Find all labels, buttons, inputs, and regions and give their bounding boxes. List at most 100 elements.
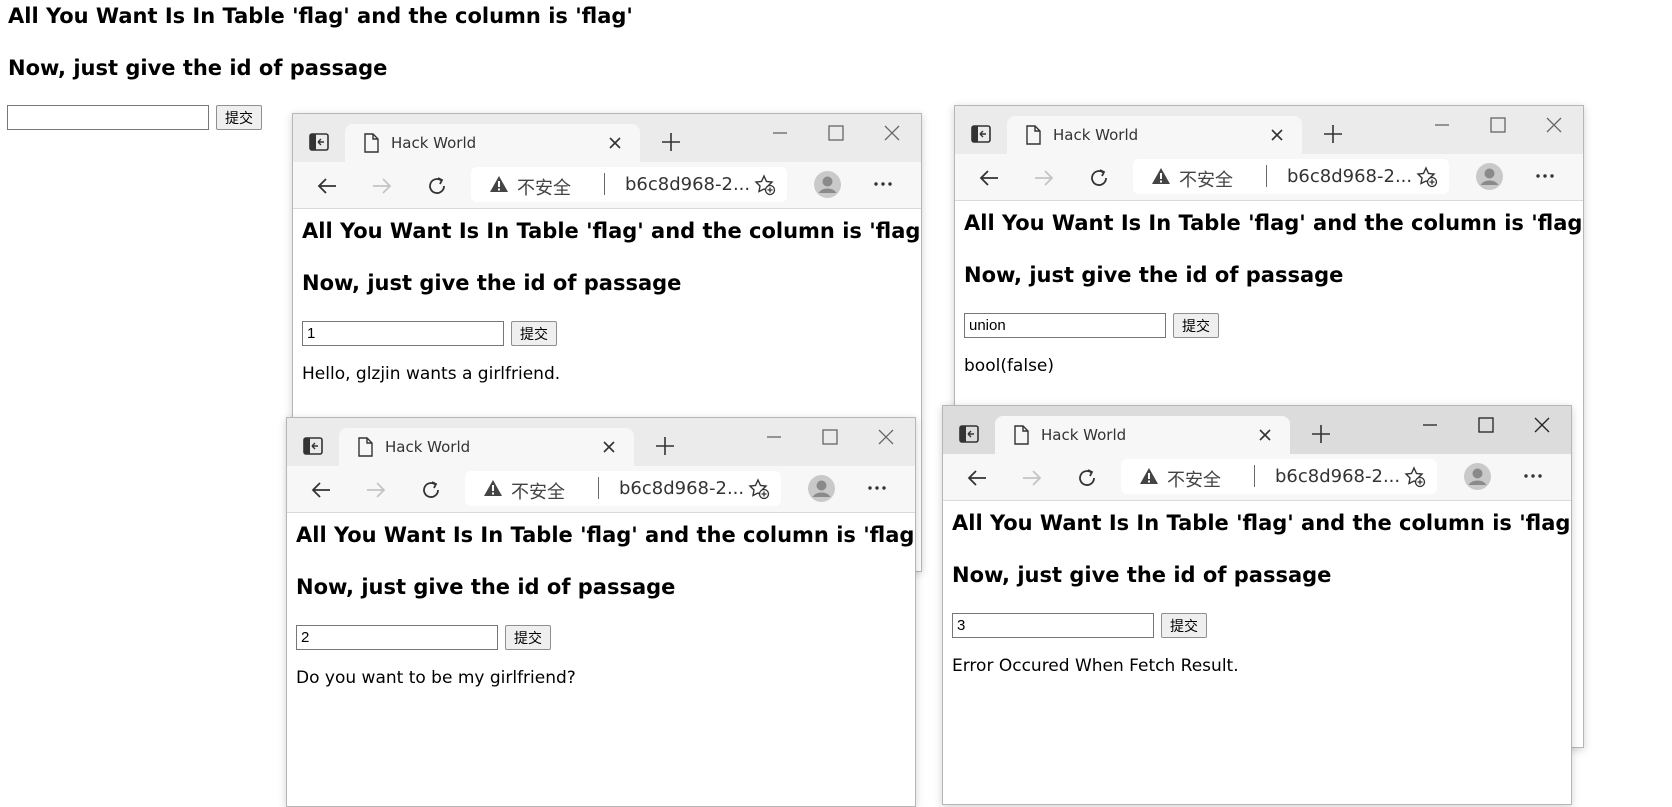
add-favorite-icon[interactable] (754, 174, 776, 196)
minimize-icon[interactable] (1421, 416, 1439, 434)
refresh-icon[interactable] (425, 174, 449, 198)
submit-button[interactable]: 提交 (1161, 613, 1207, 638)
page-heading-id: Now, just give the id of passage (964, 263, 1344, 287)
more-icon[interactable] (1521, 464, 1545, 488)
warning-icon[interactable] (1151, 167, 1171, 185)
passage-id-form: 提交 (7, 105, 262, 130)
more-icon[interactable] (865, 476, 889, 500)
toolbar: 不安全 b6c8d968-2... (287, 466, 915, 513)
profile-avatar-icon[interactable] (814, 171, 841, 198)
maximize-icon[interactable] (1477, 416, 1495, 434)
address-bar[interactable]: 不安全 b6c8d968-2... (1121, 459, 1437, 494)
title-bar[interactable]: Hack World (955, 106, 1583, 154)
address-bar[interactable]: 不安全 b6c8d968-2... (1133, 159, 1449, 194)
tab-hack-world[interactable]: Hack World (995, 416, 1290, 454)
tab-actions-icon[interactable] (302, 435, 324, 457)
warning-icon[interactable] (1139, 467, 1159, 485)
add-favorite-icon[interactable] (1416, 166, 1438, 188)
maximize-icon[interactable] (1489, 116, 1507, 134)
browser-window-4: Hack World 不安全 b6c8d968-2... All You Wan… (942, 405, 1572, 805)
plus-icon[interactable] (1323, 124, 1343, 144)
tab-actions-icon[interactable] (970, 123, 992, 145)
plus-icon[interactable] (655, 436, 675, 456)
close-window-icon[interactable] (1533, 416, 1551, 434)
passage-id-input[interactable] (296, 625, 498, 650)
page-heading-id: Now, just give the id of passage (302, 271, 682, 295)
more-icon[interactable] (1533, 164, 1557, 188)
add-favorite-icon[interactable] (1404, 466, 1426, 488)
forward-arrow-icon[interactable] (1032, 166, 1056, 190)
forward-arrow-icon[interactable] (370, 174, 394, 198)
title-bar[interactable]: Hack World (293, 114, 921, 162)
warning-icon[interactable] (489, 175, 509, 193)
plus-icon[interactable] (661, 132, 681, 152)
minimize-icon[interactable] (771, 124, 789, 142)
profile-avatar-icon[interactable] (808, 475, 835, 502)
browser-window-3: Hack World 不安全 b6c8d968-2... All You Wan… (286, 417, 916, 807)
passage-id-input[interactable] (952, 613, 1154, 638)
refresh-icon[interactable] (419, 478, 443, 502)
tab-title: Hack World (385, 438, 471, 456)
add-favorite-icon[interactable] (748, 478, 770, 500)
tab-actions-icon[interactable] (308, 131, 330, 153)
page-heading-table: All You Want Is In Table 'flag' and the … (952, 511, 1572, 535)
close-icon[interactable] (1269, 127, 1285, 143)
forward-arrow-icon[interactable] (364, 478, 388, 502)
tab-title: Hack World (1053, 126, 1139, 144)
address-bar[interactable]: 不安全 b6c8d968-2... (465, 471, 781, 506)
back-arrow-icon[interactable] (965, 466, 989, 490)
passage-id-input[interactable] (964, 313, 1166, 338)
tab-hack-world[interactable]: Hack World (339, 428, 634, 466)
tab-hack-world[interactable]: Hack World (1007, 116, 1302, 154)
profile-avatar-icon[interactable] (1476, 163, 1503, 190)
tab-actions-icon[interactable] (958, 423, 980, 445)
close-window-icon[interactable] (1545, 116, 1563, 134)
forward-arrow-icon[interactable] (1020, 466, 1044, 490)
insecure-label[interactable]: 不安全 (1167, 466, 1221, 492)
close-icon[interactable] (1257, 427, 1273, 443)
insecure-label[interactable]: 不安全 (511, 478, 565, 504)
title-bar[interactable]: Hack World (287, 418, 915, 466)
url-text[interactable]: b6c8d968-2... (1287, 166, 1412, 187)
query-result: bool(false) (964, 356, 1055, 376)
query-result: Hello, glzjin wants a girlfriend. (302, 364, 561, 384)
plus-icon[interactable] (1311, 424, 1331, 444)
address-separator (1266, 165, 1267, 187)
tab-title: Hack World (1041, 426, 1127, 444)
back-arrow-icon[interactable] (309, 478, 333, 502)
warning-icon[interactable] (483, 479, 503, 497)
toolbar: 不安全 b6c8d968-2... (293, 162, 921, 209)
insecure-label[interactable]: 不安全 (1179, 166, 1233, 192)
passage-id-input[interactable] (302, 321, 504, 346)
close-window-icon[interactable] (877, 428, 895, 446)
close-icon[interactable] (607, 135, 623, 151)
page-heading-table: All You Want Is In Table 'flag' and the … (296, 523, 916, 547)
maximize-icon[interactable] (827, 124, 845, 142)
passage-id-form: 提交 (302, 321, 557, 346)
minimize-icon[interactable] (765, 428, 783, 446)
close-icon[interactable] (601, 439, 617, 455)
tab-title: Hack World (391, 134, 477, 152)
more-icon[interactable] (871, 172, 895, 196)
insecure-label[interactable]: 不安全 (517, 174, 571, 200)
refresh-icon[interactable] (1087, 166, 1111, 190)
close-window-icon[interactable] (883, 124, 901, 142)
maximize-icon[interactable] (821, 428, 839, 446)
title-bar[interactable]: Hack World (943, 406, 1571, 454)
address-bar[interactable]: 不安全 b6c8d968-2... (471, 167, 787, 202)
refresh-icon[interactable] (1075, 466, 1099, 490)
submit-button[interactable]: 提交 (216, 105, 262, 130)
url-text[interactable]: b6c8d968-2... (619, 478, 744, 499)
submit-button[interactable]: 提交 (511, 321, 557, 346)
url-text[interactable]: b6c8d968-2... (1275, 466, 1400, 487)
submit-button[interactable]: 提交 (1173, 313, 1219, 338)
url-text[interactable]: b6c8d968-2... (625, 174, 750, 195)
back-arrow-icon[interactable] (977, 166, 1001, 190)
back-arrow-icon[interactable] (315, 174, 339, 198)
passage-id-input[interactable] (7, 105, 209, 130)
profile-avatar-icon[interactable] (1464, 463, 1491, 490)
submit-button[interactable]: 提交 (505, 625, 551, 650)
minimize-icon[interactable] (1433, 116, 1451, 134)
tab-hack-world[interactable]: Hack World (345, 124, 640, 162)
document-icon (1014, 425, 1029, 445)
